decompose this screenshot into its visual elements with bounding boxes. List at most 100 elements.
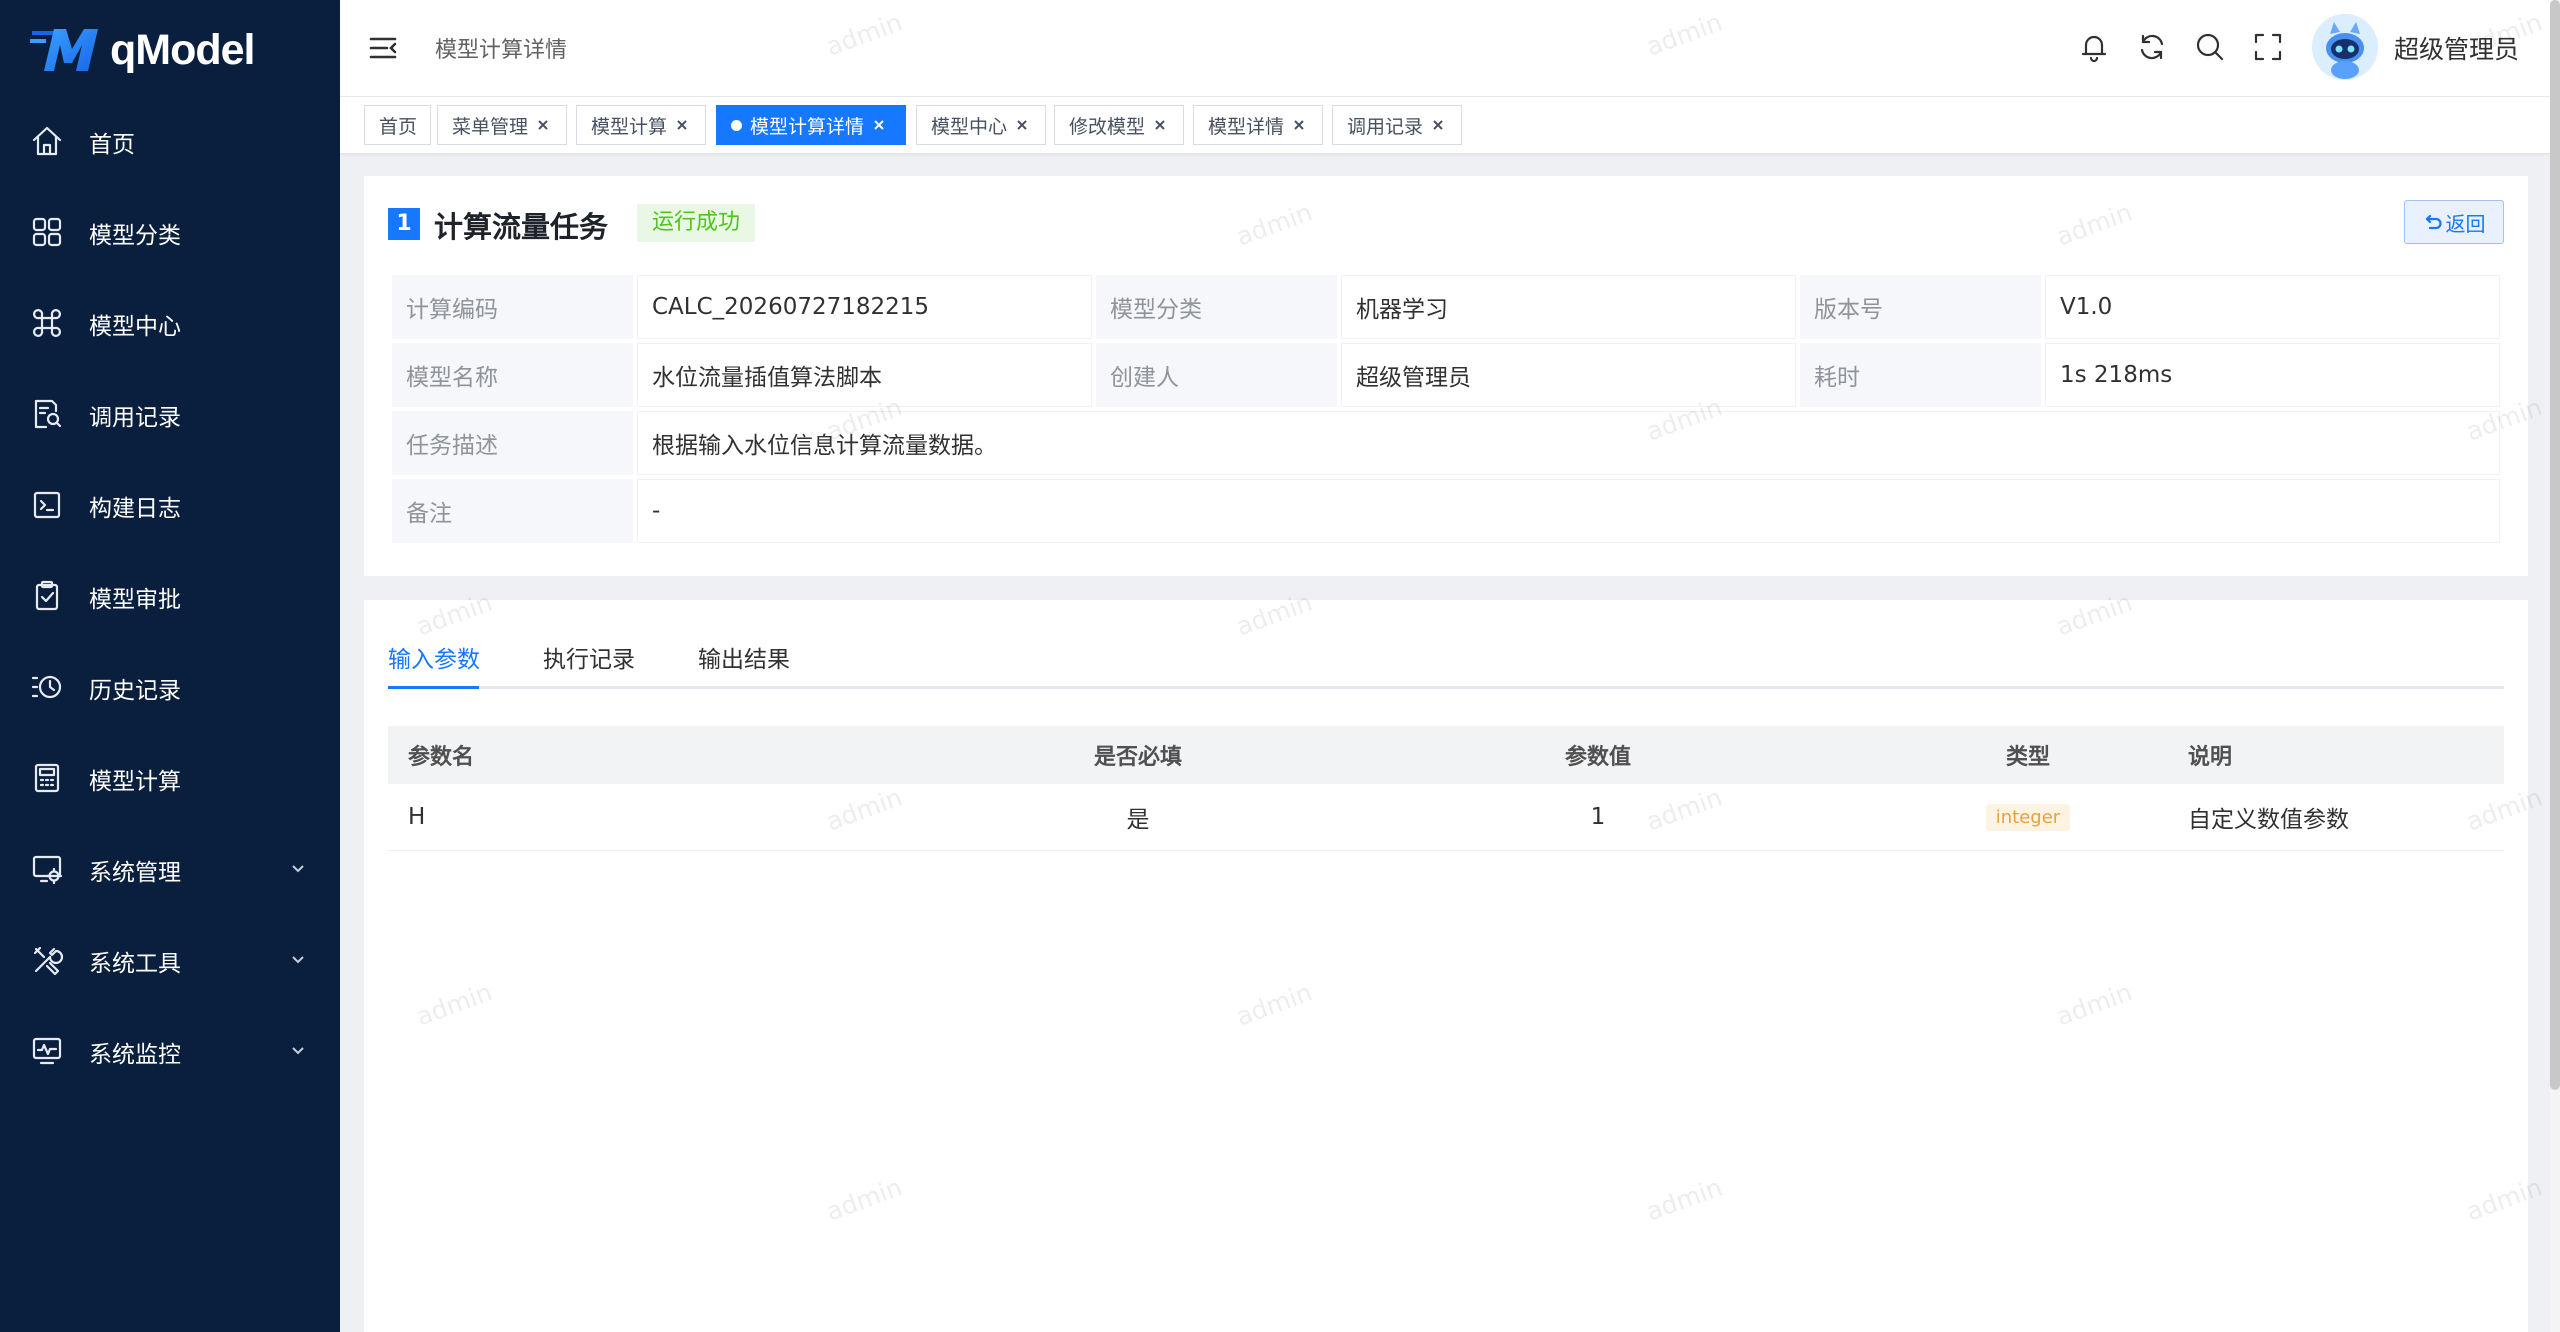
terminal-icon — [30, 488, 64, 522]
col-header: 说明 — [2168, 726, 2504, 784]
field-label: 耗时 — [1800, 343, 2041, 407]
task-descriptions: 计算编码 CALC_20260727182215 模型分类 机器学习 版本号 V… — [388, 271, 2504, 547]
sidebar-item-label: 模型中心 — [89, 313, 181, 340]
bell-icon[interactable] — [2077, 30, 2111, 64]
tag-label: 模型计算详情 — [750, 115, 865, 138]
tag-home[interactable]: 首页 — [364, 105, 431, 145]
chevron-down-icon — [290, 951, 306, 967]
sidebar-menu: 首页 模型分类 模型中心 调用记录 构建日志 模型审批 历史记录 模型计算 系统… — [0, 96, 340, 1097]
sidebar-item-model-category[interactable]: 模型分类 — [0, 187, 340, 278]
tab-input-params[interactable]: 输入参数 — [388, 640, 480, 674]
tag-menu-management[interactable]: 菜单管理 — [437, 105, 567, 145]
fullscreen-icon[interactable] — [2251, 30, 2285, 64]
sidebar: qModel 首页 模型分类 模型中心 调用记录 构建日志 模型审批 历史记录 … — [0, 0, 340, 1332]
tab-bar: 输入参数 执行记录 输出结果 — [388, 632, 2504, 689]
command-icon — [30, 306, 64, 340]
tab-output-results[interactable]: 输出结果 — [698, 640, 790, 674]
menu-toggle-icon[interactable] — [368, 33, 398, 63]
tag-model-compute[interactable]: 模型计算 — [576, 105, 706, 145]
document-search-icon — [30, 397, 64, 431]
category-value: 机器学习 — [1341, 275, 1796, 339]
creator-value: 超级管理员 — [1341, 343, 1796, 407]
close-icon[interactable] — [870, 116, 888, 134]
close-icon[interactable] — [1429, 116, 1447, 134]
sidebar-item-system-management[interactable]: 系统管理 — [0, 824, 340, 915]
sidebar-item-history[interactable]: 历史记录 — [0, 642, 340, 733]
sidebar-item-model-compute[interactable]: 模型计算 — [0, 733, 340, 824]
refresh-icon[interactable] — [2135, 30, 2169, 64]
version-value: V1.0 — [2045, 275, 2500, 339]
grid-icon — [30, 215, 64, 249]
app-logo-text: qModel — [110, 25, 255, 74]
tag-model-center[interactable]: 模型中心 — [916, 105, 1046, 145]
sidebar-item-build-log[interactable]: 构建日志 — [0, 460, 340, 551]
sidebar-item-label: 系统管理 — [89, 859, 181, 886]
sidebar-item-call-records[interactable]: 调用记录 — [0, 369, 340, 460]
close-icon[interactable] — [534, 116, 552, 134]
sidebar-item-label: 首页 — [89, 131, 135, 158]
search-icon[interactable] — [2193, 30, 2227, 64]
sidebar-item-label: 系统工具 — [89, 950, 181, 977]
field-label: 模型名称 — [392, 343, 633, 407]
task-number: 1 — [388, 208, 420, 240]
field-label: 备注 — [392, 479, 633, 543]
top-header: 模型计算详情 超级管理员 — [340, 0, 2560, 97]
sidebar-item-label: 模型计算 — [89, 768, 181, 795]
sidebar-item-label: 模型分类 — [89, 222, 181, 249]
tag-model-compute-detail[interactable]: 模型计算详情 — [716, 105, 906, 145]
username[interactable]: 超级管理员 — [2394, 30, 2519, 66]
vertical-scrollbar-thumb[interactable] — [2550, 0, 2560, 1090]
task-description-value: 根据输入水位信息计算流量数据。 — [637, 411, 2500, 475]
sidebar-item-label: 系统监控 — [89, 1041, 181, 1068]
home-icon — [30, 124, 64, 158]
params-table: 参数名 是否必填 参数值 类型 说明 H 是 1 integer 自定义数值参数 — [388, 726, 2504, 851]
calc-code-value: CALC_20260727182215 — [637, 275, 1092, 339]
breadcrumb: 模型计算详情 — [435, 38, 568, 63]
col-header: 参数值 — [1308, 726, 1888, 784]
close-icon[interactable] — [1013, 116, 1031, 134]
sidebar-item-model-center[interactable]: 模型中心 — [0, 278, 340, 369]
tag-label: 模型中心 — [931, 115, 1008, 138]
col-header: 参数名 — [388, 726, 968, 784]
field-label: 创建人 — [1096, 343, 1337, 407]
tag-edit-model[interactable]: 修改模型 — [1054, 105, 1184, 145]
tag-call-records[interactable]: 调用记录 — [1332, 105, 1462, 145]
param-note: 自定义数值参数 — [2168, 784, 2504, 851]
app-logo[interactable]: qModel — [30, 22, 255, 78]
param-name: H — [388, 784, 968, 851]
sidebar-item-system-monitor[interactable]: 系统监控 — [0, 1006, 340, 1097]
avatar[interactable] — [2312, 14, 2378, 80]
tags-view-bar: 首页 菜单管理 模型计算 模型计算详情 模型中心 修改模型 模型详情 调用记录 — [340, 97, 2560, 153]
robot-avatar-icon — [2312, 14, 2378, 80]
field-label: 版本号 — [1800, 275, 2041, 339]
tag-model-detail[interactable]: 模型详情 — [1193, 105, 1323, 145]
tag-label: 模型详情 — [1208, 115, 1285, 138]
sidebar-item-home[interactable]: 首页 — [0, 96, 340, 187]
tag-label: 修改模型 — [1069, 115, 1146, 138]
back-button[interactable]: 返回 — [2404, 200, 2504, 244]
col-header: 是否必填 — [968, 726, 1308, 784]
sidebar-item-system-tools[interactable]: 系统工具 — [0, 915, 340, 1006]
tag-label: 调用记录 — [1347, 115, 1424, 138]
field-label: 模型分类 — [1096, 275, 1337, 339]
field-label: 任务描述 — [392, 411, 633, 475]
sidebar-item-label: 构建日志 — [89, 495, 181, 522]
param-value: 1 — [1308, 784, 1888, 851]
back-button-label: 返回 — [2445, 211, 2486, 236]
close-icon[interactable] — [1151, 116, 1169, 134]
sidebar-item-label: 模型审批 — [89, 586, 181, 613]
close-icon[interactable] — [673, 116, 691, 134]
system-settings-icon — [30, 852, 64, 886]
tag-label: 模型计算 — [591, 115, 668, 138]
sidebar-item-model-approval[interactable]: 模型审批 — [0, 551, 340, 642]
chevron-down-icon — [290, 1042, 306, 1058]
close-icon[interactable] — [1290, 116, 1308, 134]
param-required: 是 — [968, 784, 1308, 851]
duration-value: 1s 218ms — [2045, 343, 2500, 407]
tools-icon — [30, 943, 64, 977]
monitor-icon — [30, 1034, 64, 1068]
active-dot — [731, 119, 742, 131]
chevron-down-icon — [290, 860, 306, 876]
col-header: 类型 — [1888, 726, 2168, 784]
tab-execution-records[interactable]: 执行记录 — [543, 640, 635, 674]
